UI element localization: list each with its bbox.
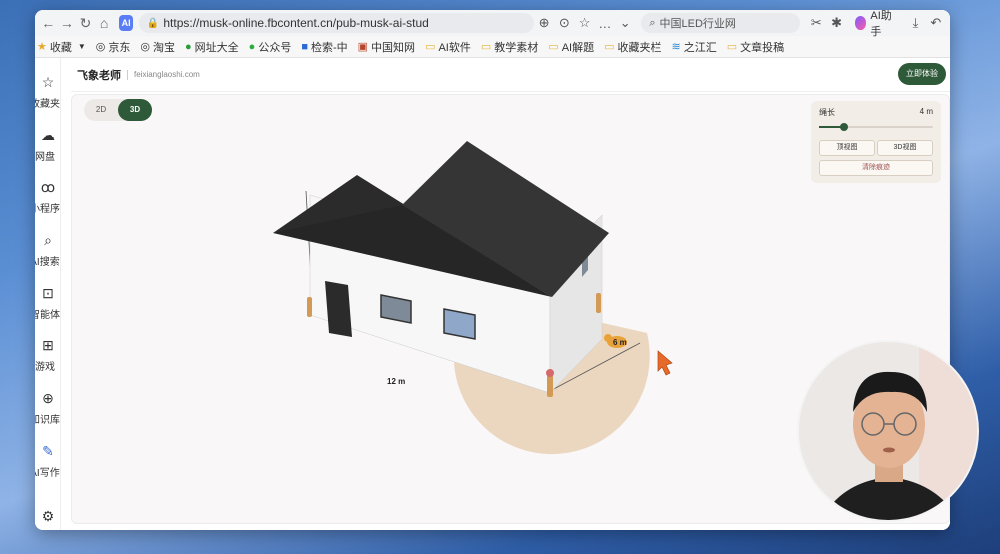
url-text: https://musk-online.fbcontent.cn/pub-mus… <box>163 16 429 30</box>
star-outline-icon: ☆ <box>41 74 55 90</box>
post <box>307 297 312 317</box>
cursor-icon <box>657 350 673 376</box>
top-view-button[interactable]: 顶视图 <box>819 140 875 156</box>
gamepad-icon: ⊞ <box>42 337 54 353</box>
address-bar[interactable]: 🔒 https://musk-online.fbcontent.cn/pub-m… <box>138 13 534 33</box>
rail-item-games[interactable]: ⊞ 游戏 <box>35 337 61 373</box>
post-cap <box>546 369 554 377</box>
zoom-icon[interactable]: ⊕ <box>534 15 554 31</box>
globe-icon: ◎ <box>140 41 151 53</box>
rail-item-cloud[interactable]: ☁ 网盘 <box>35 127 61 163</box>
site-header: 飞象老师 feixianglaoshi.com 立即体验 <box>71 58 950 92</box>
ai-helper-icon <box>854 16 867 30</box>
extensions-icon[interactable]: ✱ <box>826 15 846 31</box>
pen-icon: ✎ <box>42 443 54 459</box>
wechat-icon: ● <box>248 40 256 53</box>
rail-item-settings[interactable]: ⚙ <box>35 508 61 529</box>
door <box>325 281 352 337</box>
lock-icon: 🔒 <box>146 17 160 29</box>
slider-handle[interactable] <box>840 123 849 131</box>
rope-length-slider[interactable] <box>819 122 933 132</box>
cloud-icon: ☁ <box>41 127 55 143</box>
folder-icon: ▭ <box>548 41 559 53</box>
bookmark-item[interactable]: ▭ AI软件 <box>425 39 471 55</box>
rail-item-agent[interactable]: ⊡智能体 <box>35 285 61 321</box>
back-icon[interactable]: ← <box>39 15 58 31</box>
post <box>547 375 553 397</box>
width-label: 6 m <box>613 338 627 347</box>
folder-icon: ▭ <box>604 41 615 53</box>
cnki-icon: ▣ <box>357 41 369 53</box>
rail-item-mini-program[interactable]: ꝏ小程序 <box>35 179 61 215</box>
clear-trace-button[interactable]: 清除痕迹 <box>819 160 933 176</box>
rope-label: 绳长 <box>819 108 835 117</box>
bookmark-item[interactable]: ▭ 教学素材 <box>481 39 538 55</box>
mini-program-icon: ꝏ <box>40 179 56 195</box>
home-icon[interactable]: ⌂ <box>95 15 114 31</box>
divider <box>127 69 128 80</box>
chevron-down-icon[interactable]: ⌄ <box>615 15 635 31</box>
side-rail: ☆收藏夹 ☁网盘 ꝏ小程序 ⌕AI搜索 ⊡智能体 ⊞游戏 ⊕知识库 ✎AI写作 … <box>35 58 61 530</box>
rail-item-knowledge[interactable]: ⊕知识库 <box>35 390 61 426</box>
bookmark-item[interactable]: ★ 收藏 ▼ <box>37 39 86 55</box>
bookmark-star-icon[interactable]: ☆ <box>574 15 594 31</box>
presenter-video <box>799 342 977 520</box>
bookmark-item[interactable]: ▭ AI解题 <box>548 39 594 55</box>
rope-value: 4 m <box>919 107 933 116</box>
length-label: 12 m <box>387 377 406 386</box>
site-domain: feixianglaoshi.com <box>134 70 200 79</box>
bookmark-item[interactable]: ▭ 收藏夹栏 <box>604 39 661 55</box>
forward-icon[interactable]: → <box>58 15 77 31</box>
search-icon: ⌕ <box>649 16 656 29</box>
bookmark-item[interactable]: ■ 检索-中 <box>301 39 347 55</box>
gear-icon: ⚙ <box>41 508 55 524</box>
zjh-icon: ≋ <box>671 41 681 53</box>
rail-item-favorites[interactable]: ☆收藏夹 <box>35 74 61 110</box>
brand-logo[interactable]: 飞象老师 <box>77 67 121 83</box>
bookmark-item[interactable]: ▭ 文章投稿 <box>727 39 784 55</box>
bookmarks-bar: ★ 收藏 ▼ ◎ 京东 ◎ 淘宝 ● 网址大全 ● 公众号 ■ 检索-中 ▣ 中国知网 ▭ AI软… <box>35 36 950 58</box>
toggle-2d[interactable]: 2D <box>84 99 118 121</box>
rail-item-writing[interactable]: ✎AI写作 <box>35 443 61 479</box>
bookmark-item[interactable]: ▣ 中国知网 <box>358 39 415 55</box>
knowledge-icon: ⊕ <box>42 390 54 406</box>
download-icon[interactable]: ⤓ <box>905 15 925 31</box>
search-box[interactable]: ⌕ 中国LED行业网 <box>641 13 801 33</box>
bookmark-item[interactable]: ◎ 淘宝 <box>140 39 175 55</box>
toggle-3d[interactable]: 3D <box>118 99 152 121</box>
browser-toolbar: ← → ↻ ⌂ AI 🔒 https://musk-online.fbconte… <box>35 10 950 39</box>
globe-icon: ◎ <box>95 41 106 53</box>
view-toggle[interactable]: 2D 3D <box>84 99 152 121</box>
nav-icon: ● <box>185 40 192 53</box>
undo-icon[interactable]: ↶ <box>926 15 946 31</box>
star-icon: ★ <box>37 41 47 53</box>
try-now-button[interactable]: 立即体验 <box>898 63 946 85</box>
dog-head <box>604 334 612 342</box>
control-panel: 绳长 4 m 顶视图 3D视图 清除痕迹 <box>811 101 941 183</box>
ai-helper-button[interactable]: AI助手 <box>854 10 898 39</box>
dropdown-arrow-icon[interactable]: ▼ <box>78 42 86 51</box>
bookmark-item[interactable]: ● 公众号 <box>249 39 292 55</box>
search-icon: ⌕ <box>44 232 52 248</box>
location-icon[interactable]: ⊙ <box>554 15 574 31</box>
bookmark-item[interactable]: ≋ 之江汇 <box>672 39 717 55</box>
folder-icon: ▭ <box>425 41 436 53</box>
bookmark-item[interactable]: ● 网址大全 <box>185 39 239 55</box>
ai-helper-label: AI助手 <box>870 10 892 38</box>
search-icon: ■ <box>301 40 308 53</box>
bookmark-item[interactable]: ◎ 京东 <box>96 39 131 55</box>
scissors-icon[interactable]: ✂ <box>806 15 826 31</box>
ai-badge[interactable]: AI <box>119 15 133 31</box>
agent-icon: ⊡ <box>42 285 54 301</box>
post <box>596 293 601 313</box>
reload-icon[interactable]: ↻ <box>76 15 95 32</box>
window <box>443 308 476 340</box>
folder-icon: ▭ <box>726 41 738 53</box>
webcam-overlay <box>797 340 979 522</box>
rail-item-ai-search[interactable]: ⌕AI搜索 <box>35 232 61 268</box>
3d-view-button[interactable]: 3D视图 <box>877 140 933 156</box>
folder-icon: ▭ <box>480 41 492 53</box>
search-input[interactable]: 中国LED行业网 <box>659 15 735 31</box>
more-icon[interactable]: … <box>595 16 615 31</box>
